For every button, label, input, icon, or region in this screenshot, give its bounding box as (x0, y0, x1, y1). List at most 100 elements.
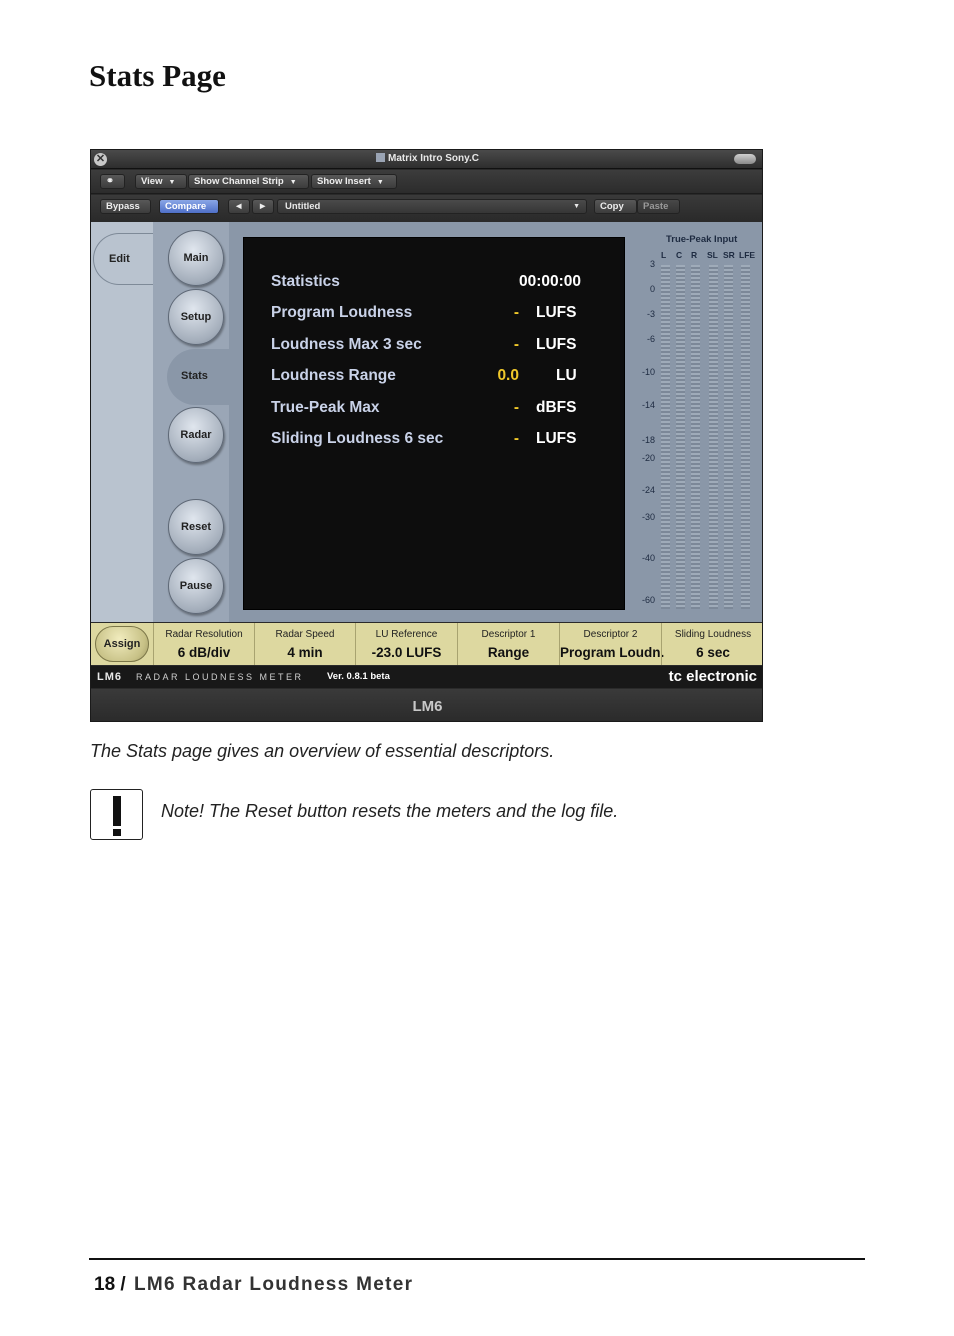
param-value: 4 min (287, 645, 323, 660)
meter-scale-label: 0 (649, 284, 655, 294)
show-insert-label: Show Insert (317, 176, 371, 187)
stats-row-unit: LUFS (536, 430, 577, 447)
window-title: Matrix Intro Sony.C (91, 153, 762, 164)
meter-scale-label: -40 (641, 553, 655, 563)
pause-button[interactable]: Pause (168, 558, 224, 614)
chevron-down-icon: ▼ (573, 203, 580, 210)
stats-header-label: Statistics (271, 273, 340, 290)
brand-model: LM6 (97, 671, 122, 683)
stats-row-value: - (513, 336, 519, 353)
setup-button[interactable]: Setup (168, 289, 224, 345)
bypass-button[interactable]: Bypass (100, 199, 151, 214)
assign-button[interactable]: Assign (95, 626, 149, 662)
next-preset-button[interactable]: ► (252, 199, 274, 214)
brand-bar: LM6 RADAR LOUDNESS METER Ver. 0.8.1 beta… (91, 666, 762, 688)
preset-menu[interactable]: Untitled ▼ (277, 199, 587, 214)
edit-tab-label: Edit (109, 253, 130, 265)
main-button[interactable]: Main (168, 230, 224, 286)
param-lu-reference[interactable]: LU Reference -23.0 LUFS (355, 623, 457, 665)
meter-scale-label: -3 (646, 309, 655, 319)
param-value: 6 dB/div (177, 645, 231, 660)
footer-divider (89, 1258, 865, 1260)
meter-scale-label: -60 (641, 595, 655, 605)
meter-scale-label: -6 (646, 334, 655, 344)
view-menu[interactable]: View ▼ (135, 174, 187, 189)
edit-tab[interactable]: Edit (93, 233, 155, 285)
paste-button[interactable]: Paste (637, 199, 680, 214)
channel-label: L (661, 250, 667, 260)
exclamation-dot (113, 829, 121, 836)
page-number: 18 / (94, 1274, 126, 1295)
meter-bar (709, 265, 718, 609)
show-channel-strip-label: Show Channel Strip (194, 176, 284, 187)
toolbar-toggle-button[interactable] (734, 154, 756, 164)
stats-row-label: Loudness Range (271, 367, 396, 384)
stats-row: Program Loudness - LUFS (271, 304, 581, 324)
note-text: Note! The Reset button resets the meters… (161, 801, 619, 821)
preset-name: Untitled (285, 201, 321, 212)
stats-row: Sliding Loudness 6 sec - LUFS (271, 430, 581, 450)
parameter-strip: Assign Radar Resolution 6 dB/div Radar S… (91, 623, 762, 665)
meter-scale-label: -14 (641, 400, 655, 410)
param-radar-speed[interactable]: Radar Speed 4 min (254, 623, 355, 665)
meter-scale-label: -30 (641, 512, 655, 522)
meter-bar (741, 265, 750, 609)
param-value: Program Loudn. (560, 645, 665, 660)
stats-row-label: Sliding Loudness 6 sec (271, 430, 444, 447)
window-titlebar: ✕ Matrix Intro Sony.C (91, 150, 762, 169)
meter-bar (661, 265, 670, 609)
param-descriptor-1[interactable]: Descriptor 1 Range (457, 623, 559, 665)
tc-electronic-logo: tc electronic (668, 668, 757, 685)
version-label: Ver. 0.8.1 beta (327, 671, 390, 682)
host-toolbar-row2: Bypass Compare ◄ ► Untitled ▼ Copy Paste (91, 195, 762, 221)
window-title-text: Matrix Intro Sony.C (388, 153, 479, 164)
param-label: LU Reference (375, 629, 438, 640)
show-channel-strip-menu[interactable]: Show Channel Strip ▼ (188, 174, 309, 189)
param-label: Radar Speed (275, 629, 335, 640)
meter-scale-label: -10 (641, 367, 655, 377)
stats-row-unit: LUFS (536, 336, 577, 353)
stats-display: Statistics 00:00:00 Program Loudness - L… (243, 237, 625, 610)
stats-row: Loudness Range 0.0 LU (271, 367, 581, 387)
stats-row-label: Loudness Max 3 sec (271, 336, 422, 353)
radar-button[interactable]: Radar (168, 407, 224, 463)
channel-label: SL (707, 250, 718, 260)
document-name: LM6 Radar Loudness Meter (134, 1274, 414, 1295)
prev-preset-button[interactable]: ◄ (228, 199, 250, 214)
chevron-down-icon: ▼ (376, 179, 384, 186)
compare-button[interactable]: Compare (159, 199, 219, 214)
stats-header-row: Statistics 00:00:00 (271, 273, 581, 293)
meter-scale-label: -20 (641, 453, 655, 463)
channel-label: SR (723, 250, 735, 260)
link-glyph: ⚭ (106, 176, 114, 187)
reset-button[interactable]: Reset (168, 499, 224, 555)
param-sliding-loudness[interactable]: Sliding Loudness 6 sec (661, 623, 762, 665)
stats-row-unit: LUFS (536, 304, 577, 321)
param-label: Radar Resolution (165, 629, 243, 640)
param-radar-resolution[interactable]: Radar Resolution 6 dB/div (153, 623, 254, 665)
param-value: Range (487, 645, 530, 660)
figure-caption: The Stats page gives an overview of esse… (90, 741, 555, 761)
param-value: -23.0 LUFS (371, 645, 442, 660)
plugin-window: ✕ Matrix Intro Sony.C ⚭ View ▼ Show Chann… (90, 149, 763, 722)
param-descriptor-2[interactable]: Descriptor 2 Program Loudn. (559, 623, 665, 665)
stats-row-value: - (513, 399, 519, 416)
stats-tab[interactable]: Stats (167, 349, 229, 405)
chevron-down-icon: ▼ (168, 179, 176, 186)
brand-subtitle: RADAR LOUDNESS METER (136, 672, 304, 682)
stats-row-unit: dBFS (536, 399, 577, 416)
plugin-footer-label: LM6 (412, 698, 443, 715)
stats-time: 00:00:00 (518, 273, 581, 290)
meter-bar (676, 265, 685, 609)
host-toolbar-row1: ⚭ View ▼ Show Channel Strip ▼ Show Insert ▼ (91, 170, 762, 194)
chevron-down-icon: ▼ (289, 179, 297, 186)
stats-row: True-Peak Max - dBFS (271, 399, 581, 419)
exclamation-bar (113, 796, 121, 826)
view-menu-label: View (141, 176, 163, 187)
link-icon[interactable]: ⚭ (100, 174, 125, 189)
copy-button[interactable]: Copy (594, 199, 637, 214)
show-insert-menu[interactable]: Show Insert ▼ (311, 174, 397, 189)
plugin-body: Edit Main Setup Stats Radar Reset Pause … (91, 222, 762, 622)
channel-label: C (676, 250, 683, 260)
document-icon (376, 153, 386, 162)
